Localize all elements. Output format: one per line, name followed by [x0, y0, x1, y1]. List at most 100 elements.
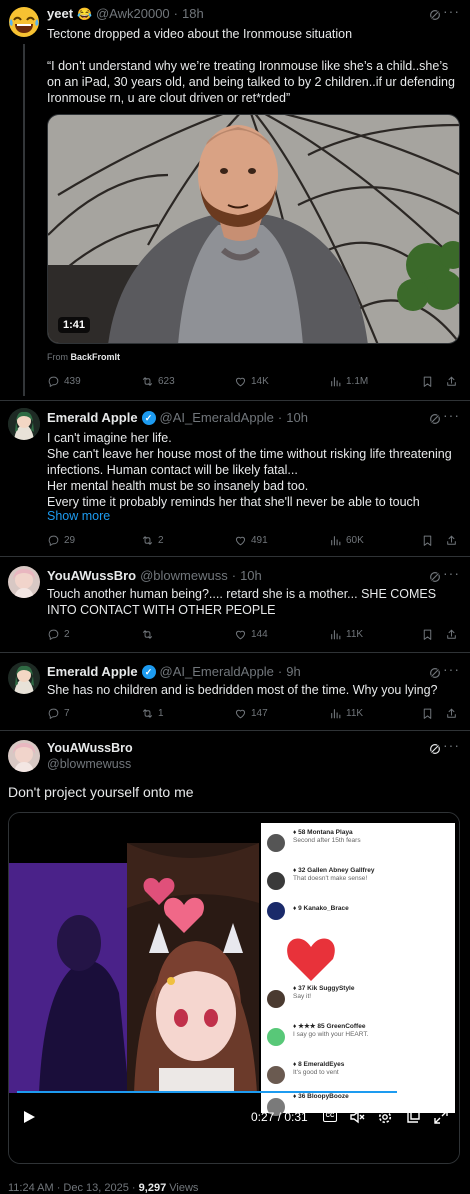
share-icon: [445, 375, 458, 388]
author-name[interactable]: YouAWussBro: [47, 568, 136, 583]
popout-icon: [407, 1110, 420, 1123]
share-button[interactable]: [445, 375, 458, 388]
reply-count: 439: [64, 376, 81, 387]
avatar-image: [8, 408, 40, 440]
captions-button[interactable]: CC: [323, 1111, 337, 1122]
author-name[interactable]: YouAWussBro: [47, 740, 133, 756]
like-button[interactable]: 147: [234, 707, 268, 720]
chat-message: ♦ 8 EmeraldEyes It's good to vent: [293, 1061, 345, 1076]
bookmark-button[interactable]: [421, 707, 434, 720]
views-button[interactable]: 11K: [329, 707, 363, 720]
share-button[interactable]: [445, 534, 458, 547]
fullscreen-icon: [434, 1110, 448, 1124]
repost-button[interactable]: 1: [141, 707, 164, 720]
video-player[interactable]: 1:41: [47, 114, 460, 344]
chat-message: ♦ 58 Montana Playa Second after 15th fear…: [293, 829, 361, 844]
reply-button[interactable]: 7: [47, 707, 70, 720]
tweet-2[interactable]: Emerald Apple ✓ @AI_EmeraldApple · 10h ·…: [0, 400, 470, 556]
repost-button[interactable]: 623: [141, 375, 175, 388]
bookmark-icon: [421, 375, 434, 388]
tweet-time[interactable]: 9h: [286, 664, 300, 679]
views-button[interactable]: 60K: [329, 534, 364, 547]
volume-button[interactable]: [349, 1109, 365, 1130]
tweet-header: Emerald Apple ✓ @AI_EmeraldApple · 10h: [47, 410, 308, 425]
tweet-1[interactable]: yeet 😂 @Awk20000 · 18h ··· Tectone dropp…: [0, 0, 470, 400]
tweet-text: Tectone dropped a video about the Ironmo…: [47, 27, 455, 105]
tweet-header: Emerald Apple ✓ @AI_EmeraldApple · 9h: [47, 664, 301, 679]
bookmark-button[interactable]: [421, 628, 434, 641]
views-button[interactable]: 1.1M: [329, 375, 368, 388]
settings-button[interactable]: [377, 1109, 393, 1130]
play-button[interactable]: [21, 1109, 37, 1125]
repost-button[interactable]: [141, 628, 158, 641]
share-button[interactable]: [445, 707, 458, 720]
more-options-icon[interactable]: ···: [443, 407, 460, 423]
tweet-header: yeet 😂 @Awk20000 · 18h: [47, 6, 204, 21]
chat-message: ♦ 37 Kik SuggyStyle Say it!: [293, 985, 355, 1000]
laughing-emoji-avatar: [9, 7, 39, 37]
more-options-icon[interactable]: ···: [443, 661, 460, 677]
tweet-time[interactable]: 10h: [286, 410, 308, 425]
more-options-icon[interactable]: ···: [443, 565, 460, 581]
video-duration-badge: 1:41: [58, 317, 91, 333]
more-options-icon[interactable]: ···: [443, 3, 460, 19]
tweet-time[interactable]: 18h: [182, 6, 204, 21]
reply-button[interactable]: 439: [47, 375, 81, 388]
reply-icon: [47, 628, 60, 641]
views-count: 11K: [346, 708, 364, 719]
grok-icon[interactable]: [428, 742, 442, 756]
avatar-image: [8, 566, 40, 598]
chat-message: ♦ 32 Gallen Abney Gallfrey That doesn't m…: [293, 867, 375, 882]
tweet-header: YouAWussBro @blowmewuss · 10h: [47, 568, 262, 583]
grok-icon[interactable]: [428, 412, 442, 426]
tweet-4[interactable]: Emerald Apple ✓ @AI_EmeraldApple · 9h ··…: [0, 652, 470, 730]
author-handle[interactable]: @blowmewuss: [47, 756, 133, 772]
views-icon: [329, 534, 342, 547]
avatar[interactable]: [8, 740, 40, 772]
tweet-actions: 439 623 14K 1.1M: [47, 375, 458, 391]
like-button[interactable]: 491: [234, 534, 268, 547]
like-count: 491: [251, 535, 268, 546]
author-name[interactable]: yeet: [47, 6, 73, 21]
share-icon: [445, 707, 458, 720]
video-thumbnail: [48, 115, 459, 343]
author-handle[interactable]: @AI_EmeraldApple: [160, 410, 274, 425]
focused-author: YouAWussBro @blowmewuss: [47, 740, 133, 772]
tweet-time[interactable]: 10h: [240, 568, 262, 583]
show-more-link[interactable]: Show more: [47, 508, 460, 524]
grok-icon[interactable]: [428, 666, 442, 680]
video-attribution: From BackFromIt: [47, 352, 120, 362]
like-button[interactable]: 144: [234, 628, 268, 641]
avatar[interactable]: [8, 566, 40, 598]
author-handle[interactable]: @Awk20000: [96, 6, 170, 21]
like-button[interactable]: 14K: [234, 375, 269, 388]
more-options-icon[interactable]: ···: [443, 737, 460, 753]
author-handle[interactable]: @blowmewuss: [140, 568, 228, 583]
author-name[interactable]: Emerald Apple: [47, 664, 138, 679]
tweet-actions: 29 2 491 60K: [47, 534, 458, 550]
bookmark-button[interactable]: [421, 375, 434, 388]
reply-icon: [47, 375, 60, 388]
like-icon: [234, 628, 247, 641]
reply-button[interactable]: 29: [47, 534, 75, 547]
views-button[interactable]: 11K: [329, 628, 363, 641]
repost-button[interactable]: 2: [141, 534, 164, 547]
avatar[interactable]: [8, 662, 40, 694]
avatar[interactable]: [8, 408, 40, 440]
popout-button[interactable]: [405, 1109, 421, 1130]
fullscreen-button[interactable]: [433, 1109, 449, 1130]
avatar[interactable]: [8, 6, 40, 38]
like-icon: [234, 707, 247, 720]
author-handle[interactable]: @AI_EmeraldApple: [160, 664, 274, 679]
tweet-3[interactable]: YouAWussBro @blowmewuss · 10h ··· Touch …: [0, 556, 470, 652]
bookmark-button[interactable]: [421, 534, 434, 547]
like-icon: [234, 534, 247, 547]
reply-button[interactable]: 2: [47, 628, 70, 641]
video-player[interactable]: ♦ 58 Montana Playa Second after 15th fear…: [8, 812, 460, 1164]
author-name[interactable]: Emerald Apple: [47, 410, 138, 425]
from-source-link[interactable]: BackFromIt: [71, 352, 121, 362]
share-button[interactable]: [445, 628, 458, 641]
grok-icon[interactable]: [428, 8, 442, 22]
grok-icon[interactable]: [428, 570, 442, 584]
repost-count: 623: [158, 376, 175, 387]
